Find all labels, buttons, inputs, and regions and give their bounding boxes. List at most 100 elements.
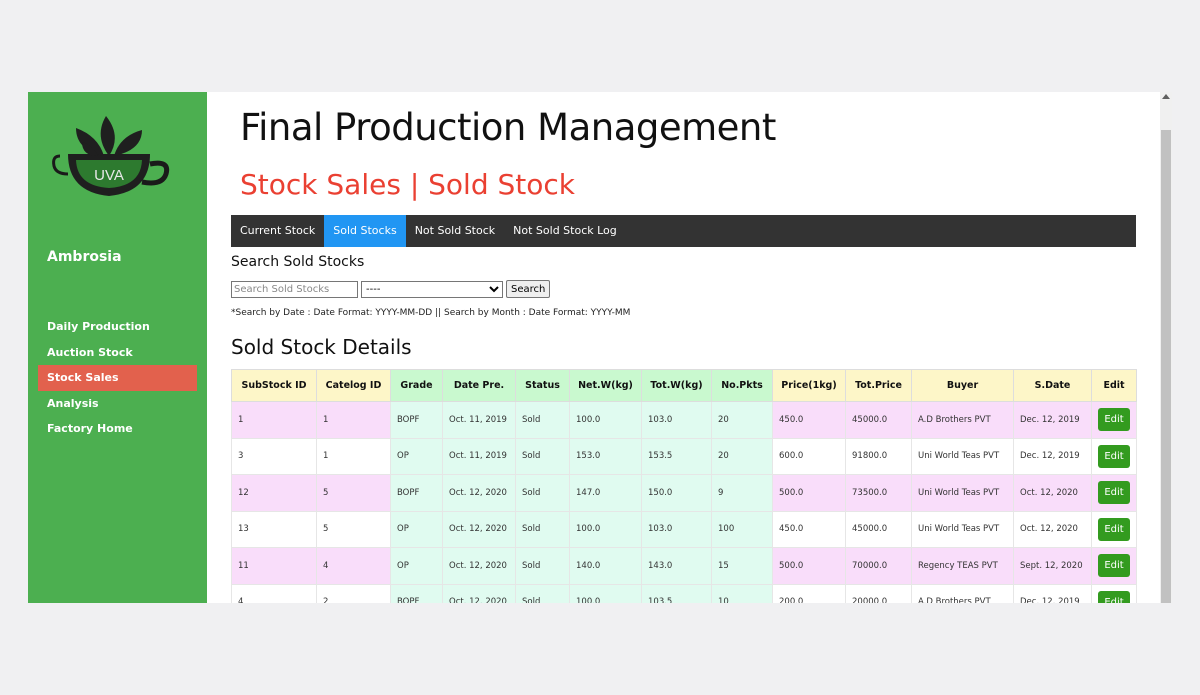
tab-sold-stocks[interactable]: Sold Stocks — [324, 215, 406, 247]
table-cell: 20000.0 — [845, 583, 912, 603]
sidebar-item-analysis[interactable]: Analysis — [38, 391, 197, 417]
table-cell: 100.0 — [569, 510, 642, 548]
edit-cell: Edit — [1091, 401, 1137, 439]
table-cell: 20 — [711, 401, 773, 439]
table-cell: 450.0 — [772, 510, 846, 548]
page-subtitle: Stock Sales | Sold Stock — [240, 168, 576, 201]
table-cell: Oct. 12, 2020 — [1013, 474, 1092, 512]
table-cell: 103.0 — [641, 401, 712, 439]
edit-button[interactable]: Edit — [1098, 554, 1130, 578]
page-scrollbar[interactable] — [1160, 92, 1172, 603]
tab-bar: Current Stock Sold Stocks Not Sold Stock… — [231, 215, 1136, 247]
table-cell: 500.0 — [772, 474, 846, 512]
table-cell: Dec. 12, 2019 — [1013, 583, 1092, 603]
table-cell: 70000.0 — [845, 547, 912, 585]
table-row: 13 5 OP Oct. 12, 2020 Sold 100.0 103.0 100 450.0… — [231, 510, 1137, 548]
details-heading: Sold Stock Details — [231, 335, 412, 359]
search-filter-select[interactable]: ---- — [361, 280, 503, 298]
edit-cell: Edit — [1091, 583, 1137, 603]
table-cell: Sold — [515, 547, 570, 585]
main-content: Final Production Management Stock Sales … — [231, 92, 1137, 603]
table-cell: BOPF — [390, 583, 443, 603]
table-cell: 10 — [711, 583, 773, 603]
table-cell: 100 — [711, 510, 773, 548]
edit-cell: Edit — [1091, 510, 1137, 548]
sidebar-item-factory-home[interactable]: Factory Home — [38, 416, 197, 442]
table-cell: Sold — [515, 583, 570, 603]
table-cell: 100.0 — [569, 401, 642, 439]
table-cell: 103.5 — [641, 583, 712, 603]
column-header: Catelog ID — [316, 369, 391, 402]
sidebar: UVA Ambrosia Daily Production Auction St… — [28, 92, 207, 603]
table-header-row: SubStock ID Catelog ID Grade Date Pre. S… — [231, 369, 1137, 402]
table-cell: 20 — [711, 437, 773, 475]
search-heading: Search Sold Stocks — [231, 254, 365, 270]
table-cell: 45000.0 — [845, 401, 912, 439]
edit-button[interactable]: Edit — [1098, 408, 1130, 432]
table-cell: 1 — [316, 437, 391, 475]
table-cell: 140.0 — [569, 547, 642, 585]
column-header: Grade — [390, 369, 443, 402]
table-cell: Sept. 12, 2020 — [1013, 547, 1092, 585]
search-input[interactable] — [231, 280, 358, 298]
table-cell: 11 — [231, 547, 317, 585]
edit-button[interactable]: Edit — [1098, 517, 1130, 541]
tab-not-sold-stock[interactable]: Not Sold Stock — [406, 215, 504, 247]
column-header: Date Pre. — [442, 369, 516, 402]
table-cell: 500.0 — [772, 547, 846, 585]
search-button[interactable]: Search — [506, 280, 551, 298]
table-cell: A.D Brothers PVT — [911, 401, 1014, 439]
table-cell: OP — [390, 547, 443, 585]
table-cell: Sold — [515, 474, 570, 512]
table-cell: 91800.0 — [845, 437, 912, 475]
column-header: Tot.Price — [845, 369, 912, 402]
table-cell: 143.0 — [641, 547, 712, 585]
table-cell: Sold — [515, 437, 570, 475]
table-cell: Oct. 12, 2020 — [1013, 510, 1092, 548]
table-cell: Oct. 12, 2020 — [442, 474, 516, 512]
table-cell: Oct. 12, 2020 — [442, 583, 516, 603]
table-cell: 450.0 — [772, 401, 846, 439]
column-header: No.Pkts — [711, 369, 773, 402]
edit-cell: Edit — [1091, 547, 1137, 585]
edit-button[interactable]: Edit — [1098, 481, 1130, 505]
app-window: UVA Ambrosia Daily Production Auction St… — [28, 92, 1172, 603]
tab-not-sold-stock-log[interactable]: Not Sold Stock Log — [504, 215, 626, 247]
tab-current-stock[interactable]: Current Stock — [231, 215, 324, 247]
table-cell: 100.0 — [569, 583, 642, 603]
table-cell: Uni World Teas PVT — [911, 510, 1014, 548]
search-hint: *Search by Date : Date Format: YYYY-MM-D… — [231, 308, 631, 318]
sidebar-item-stock-sales[interactable]: Stock Sales — [38, 365, 197, 391]
sidebar-item-daily-production[interactable]: Daily Production — [38, 314, 197, 340]
table-body: 1 1 BOPF Oct. 11, 2019 Sold 100.0 103.0 20 450.0… — [231, 401, 1137, 603]
sold-stock-table: SubStock ID Catelog ID Grade Date Pre. S… — [231, 369, 1137, 603]
column-header: Net.W(kg) — [569, 369, 642, 402]
sidebar-nav: Daily Production Auction Stock Stock Sal… — [38, 314, 197, 442]
table-cell: Oct. 12, 2020 — [442, 510, 516, 548]
table-cell: Uni World Teas PVT — [911, 474, 1014, 512]
sidebar-item-auction-stock[interactable]: Auction Stock — [38, 340, 197, 366]
table-cell: Sold — [515, 401, 570, 439]
edit-button[interactable]: Edit — [1098, 590, 1130, 603]
table-cell: Uni World Teas PVT — [911, 437, 1014, 475]
scrollbar-thumb[interactable] — [1161, 130, 1171, 603]
column-header: Edit — [1091, 369, 1137, 402]
edit-button[interactable]: Edit — [1098, 444, 1130, 468]
table-row: 1 1 BOPF Oct. 11, 2019 Sold 100.0 103.0 20 450.0… — [231, 401, 1137, 439]
table-cell: BOPF — [390, 474, 443, 512]
edit-cell: Edit — [1091, 437, 1137, 475]
column-header: Status — [515, 369, 570, 402]
table-cell: 153.0 — [569, 437, 642, 475]
table-cell: 200.0 — [772, 583, 846, 603]
table-cell: 9 — [711, 474, 773, 512]
table-cell: 1 — [316, 401, 391, 439]
edit-cell: Edit — [1091, 474, 1137, 512]
table-cell: Oct. 11, 2019 — [442, 437, 516, 475]
table-cell: Oct. 12, 2020 — [442, 547, 516, 585]
table-cell: 103.0 — [641, 510, 712, 548]
column-header: Buyer — [911, 369, 1014, 402]
scroll-up-arrow-icon[interactable] — [1162, 94, 1170, 99]
table-cell: 5 — [316, 510, 391, 548]
sold-stock-table-wrap: SubStock ID Catelog ID Grade Date Pre. S… — [231, 369, 1137, 603]
svg-text:UVA: UVA — [94, 167, 124, 184]
